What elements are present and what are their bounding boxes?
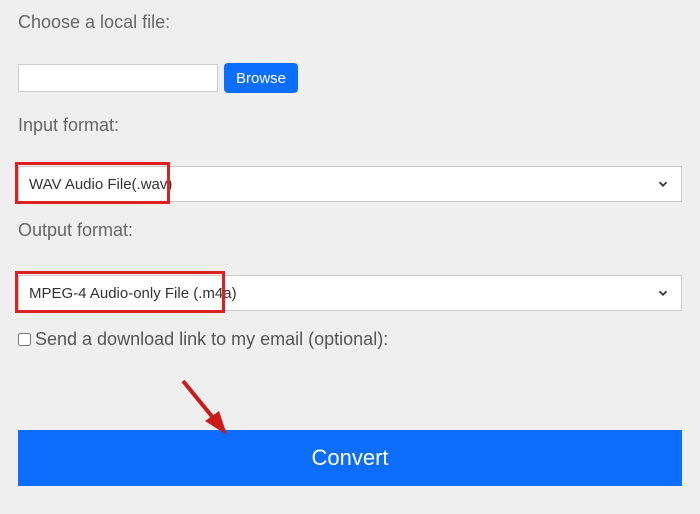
- email-checkbox[interactable]: [18, 333, 31, 346]
- input-format-select[interactable]: [18, 166, 682, 202]
- email-checkbox-row: Send a download link to my email (option…: [18, 329, 682, 350]
- file-input[interactable]: [18, 64, 218, 92]
- file-picker-row: Browse: [18, 63, 682, 93]
- output-format-select[interactable]: [18, 275, 682, 311]
- output-format-label: Output format:: [18, 220, 682, 241]
- email-checkbox-label: Send a download link to my email (option…: [35, 329, 388, 350]
- choose-file-label: Choose a local file:: [18, 12, 682, 33]
- input-format-select-wrap: [18, 166, 682, 202]
- output-format-select-wrap: [18, 275, 682, 311]
- convert-button[interactable]: Convert: [18, 430, 682, 486]
- input-format-label: Input format:: [18, 115, 682, 136]
- browse-button[interactable]: Browse: [224, 63, 298, 93]
